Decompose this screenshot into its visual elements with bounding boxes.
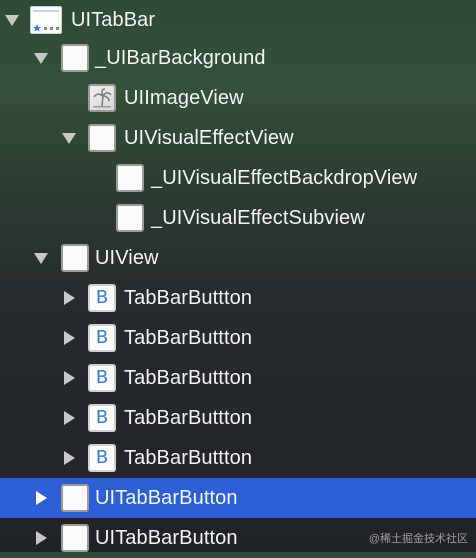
disclosure-collapsed-icon[interactable] bbox=[61, 290, 77, 306]
tree-row-uivisualeffectsubview[interactable]: _UIVisualEffectSubview bbox=[0, 198, 476, 238]
tree-row-tabbarbuttton[interactable]: B TabBarButtton bbox=[0, 318, 476, 358]
view-icon bbox=[61, 44, 89, 72]
view-icon bbox=[116, 164, 144, 192]
tree-row-uitabbarbutton-selected[interactable]: UITabBarButton bbox=[0, 478, 476, 518]
disclosure-collapsed-icon[interactable] bbox=[61, 370, 77, 386]
tree-row-tabbarbuttton[interactable]: B TabBarButtton bbox=[0, 398, 476, 438]
tree-row-label: _UIBarBackground bbox=[95, 47, 266, 69]
tabbar-icon bbox=[30, 6, 62, 34]
disclosure-expanded-icon[interactable] bbox=[61, 130, 77, 146]
view-icon bbox=[116, 204, 144, 232]
tree-row-label: UITabBar bbox=[71, 9, 156, 31]
view-icon bbox=[61, 244, 89, 272]
tree-row-uivisualeffectbackdropview[interactable]: _UIVisualEffectBackdropView bbox=[0, 158, 476, 198]
image-view-icon bbox=[88, 84, 116, 112]
button-icon: B bbox=[88, 444, 116, 472]
tree-row-tabbarbuttton[interactable]: B TabBarButtton bbox=[0, 278, 476, 318]
tree-row-label: _UIVisualEffectSubview bbox=[151, 207, 365, 229]
disclosure-expanded-icon[interactable] bbox=[33, 250, 49, 266]
disclosure-collapsed-icon[interactable] bbox=[61, 330, 77, 346]
tree-row-label: UITabBarButton bbox=[95, 487, 238, 509]
tree-row-label: UIVisualEffectView bbox=[124, 127, 294, 149]
disclosure-collapsed-icon[interactable] bbox=[33, 490, 49, 506]
view-icon bbox=[88, 124, 116, 152]
tree-row-uivisualeffectview[interactable]: UIVisualEffectView bbox=[0, 118, 476, 158]
view-icon bbox=[61, 484, 89, 512]
tree-row-label: TabBarButtton bbox=[124, 327, 253, 349]
tree-row-label: TabBarButtton bbox=[124, 447, 253, 469]
tree-row-label: _UIVisualEffectBackdropView bbox=[151, 167, 418, 189]
disclosure-collapsed-icon[interactable] bbox=[61, 410, 77, 426]
button-icon: B bbox=[88, 324, 116, 352]
tree-row-uiimageview[interactable]: UIImageView bbox=[0, 78, 476, 118]
tree-row-label: TabBarButtton bbox=[124, 287, 253, 309]
button-icon: B bbox=[88, 284, 116, 312]
button-icon: B bbox=[88, 404, 116, 432]
disclosure-expanded-icon[interactable] bbox=[4, 12, 20, 28]
tree-row-label: UIImageView bbox=[124, 87, 244, 109]
tree-row-label: UIView bbox=[95, 247, 159, 269]
tree-row-label: TabBarButtton bbox=[124, 367, 253, 389]
disclosure-expanded-icon[interactable] bbox=[33, 50, 49, 66]
view-hierarchy-tree: UITabBar _UIBarBackground UIImageView UI… bbox=[0, 0, 476, 552]
tree-row-uitabbar[interactable]: UITabBar bbox=[0, 0, 476, 40]
tree-row-label: UITabBarButton bbox=[95, 527, 238, 549]
tree-row-uiview[interactable]: UIView bbox=[0, 238, 476, 278]
view-icon bbox=[61, 524, 89, 552]
disclosure-collapsed-icon[interactable] bbox=[33, 530, 49, 546]
tree-row-label: TabBarButtton bbox=[124, 407, 253, 429]
tree-row-tabbarbuttton[interactable]: B TabBarButtton bbox=[0, 358, 476, 398]
disclosure-collapsed-icon[interactable] bbox=[61, 450, 77, 466]
button-icon: B bbox=[88, 364, 116, 392]
tree-row-uibarbackground[interactable]: _UIBarBackground bbox=[0, 38, 476, 78]
watermark: @稀土掘金技术社区 bbox=[368, 533, 468, 545]
tree-row-tabbarbuttton[interactable]: B TabBarButtton bbox=[0, 438, 476, 478]
